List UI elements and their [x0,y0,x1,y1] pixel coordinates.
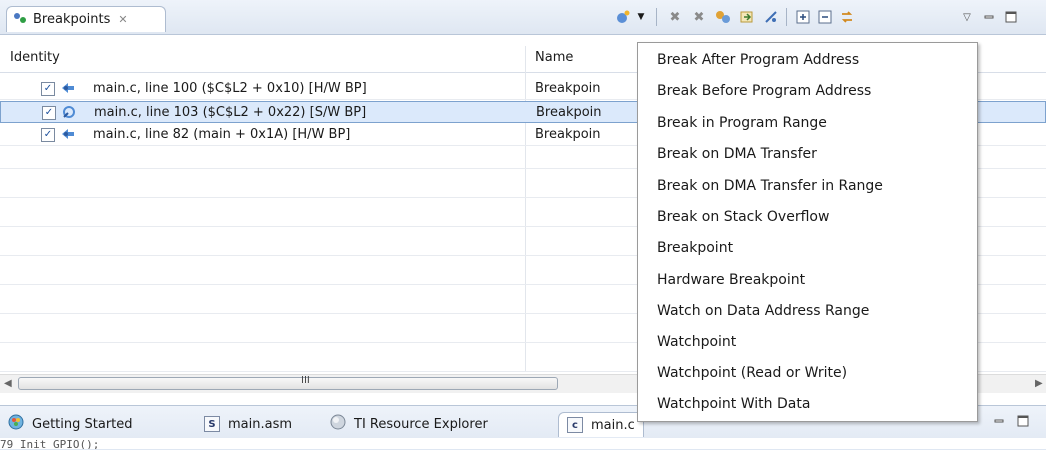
new-breakpoint-menu: Break After Program Address Break Before… [637,42,978,422]
link-breakpoints-icon[interactable] [714,8,732,26]
maximize-icon[interactable] [1014,412,1032,430]
remove-icon[interactable]: ✖ [666,8,684,26]
enable-checkbox[interactable]: ✓ [41,128,55,142]
tab-label: TI Resource Explorer [354,416,488,432]
tab-main-c[interactable]: c main.c [558,412,644,437]
tab-main-asm[interactable]: S main.asm [204,412,292,436]
hardware-breakpoint-icon [60,80,76,100]
enable-checkbox[interactable]: ✓ [42,106,56,120]
getting-started-icon [8,414,24,434]
minimize-icon[interactable] [980,8,998,26]
tab-label: main.asm [228,416,293,432]
hardware-breakpoint-icon [60,126,76,146]
expand-all-icon[interactable] [794,8,812,26]
menu-item-breakpoint[interactable]: Breakpoint [638,233,977,263]
editor-code-preview: 79 Init_GPIO(); [0,438,1046,449]
close-tab-icon[interactable]: ✕ [118,13,127,26]
identity-cell: main.c, line 103 ($C$L2 + 0x22) [S/W BP] [94,105,367,120]
tab-getting-started[interactable]: Getting Started [8,412,133,436]
link-with-editor-icon[interactable] [838,8,856,26]
scroll-right-icon[interactable]: ▶ [1035,378,1043,389]
identity-cell: main.c, line 100 ($C$L2 + 0x10) [H/W BP] [93,81,367,96]
menu-item-watch-on-data-address-range[interactable]: Watch on Data Address Range [638,296,977,326]
menu-item-break-in-program-range[interactable]: Break in Program Range [638,108,977,138]
asm-file-icon: S [204,416,220,432]
name-cell: Breakpoin [535,127,601,142]
go-to-file-icon[interactable] [738,8,756,26]
menu-item-break-on-stack-overflow[interactable]: Break on Stack Overflow [638,202,977,232]
menu-item-watchpoint-read-or-write[interactable]: Watchpoint (Read or Write) [638,358,977,388]
maximize-icon[interactable] [1002,8,1020,26]
menu-item-watchpoint-with-data[interactable]: Watchpoint With Data [638,389,977,419]
tab-breakpoints[interactable]: Breakpoints ✕ [6,6,166,32]
remove-all-icon[interactable]: ✖ [690,8,708,26]
minimize-icon[interactable] [990,412,1008,430]
skip-breakpoints-icon[interactable] [762,8,780,26]
software-breakpoint-icon [61,104,77,124]
menu-item-break-on-dma-transfer-in-range[interactable]: Break on DMA Transfer in Range [638,171,977,201]
collapse-all-icon[interactable] [816,8,834,26]
tab-label: main.c [591,417,635,433]
new-breakpoint-icon[interactable] [614,8,632,26]
tab-label: Getting Started [32,416,133,432]
tab-ti-resource-explorer[interactable]: TI Resource Explorer [330,412,488,436]
view-tab-bar: Breakpoints ✕ ▼ ✖ ✖ ▽ [0,0,1046,35]
toolbar-separator [656,8,657,26]
scrollbar-grip: III [301,375,310,386]
scrollbar-thumb[interactable]: III [18,375,558,390]
name-cell: Breakpoin [536,105,602,120]
view-menu-icon[interactable]: ▽ [958,8,976,26]
chevron-down-icon[interactable]: ▼ [632,8,650,26]
identity-cell: main.c, line 82 (main + 0x1A) [H/W BP] [93,127,351,142]
scroll-left-icon[interactable]: ◀ [4,378,12,389]
tab-label: Breakpoints [33,12,111,27]
resource-explorer-icon [330,414,346,434]
menu-item-hardware-breakpoint[interactable]: Hardware Breakpoint [638,265,977,295]
menu-item-break-on-dma-transfer[interactable]: Break on DMA Transfer [638,139,977,169]
enable-checkbox[interactable]: ✓ [41,82,55,96]
breakpoints-view-icon [13,12,27,28]
menu-item-break-before-program-address[interactable]: Break Before Program Address [638,76,977,106]
name-cell: Breakpoin [535,81,601,96]
column-header-name[interactable]: Name [535,50,573,65]
menu-item-break-after-program-address[interactable]: Break After Program Address [638,45,977,75]
column-header-identity[interactable]: Identity [10,50,60,65]
menu-item-watchpoint[interactable]: Watchpoint [638,327,977,357]
toolbar-separator [786,8,787,26]
c-file-icon: c [567,417,583,433]
